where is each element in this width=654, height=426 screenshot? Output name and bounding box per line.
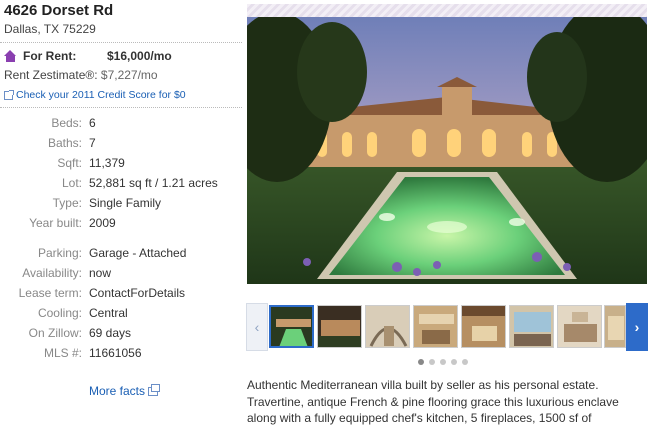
house-icon [4, 50, 17, 62]
fact-row-year-built: Year built: 2009 [0, 216, 242, 234]
divider [0, 107, 242, 108]
thumbnail-2[interactable] [317, 305, 362, 348]
fact-label: Year built: [29, 216, 82, 230]
fact-row-sqft: Sqft: 11,379 [0, 156, 242, 174]
address-title: 4626 Dorset Rd [4, 2, 114, 19]
divider [0, 42, 242, 43]
fact-row-baths: Baths: 7 [0, 136, 242, 154]
page-dot[interactable] [451, 359, 457, 365]
fact-value: Central [89, 306, 128, 320]
zestimate-value: $7,227/mo [100, 68, 158, 82]
thumbnail-4[interactable] [413, 305, 458, 348]
fact-label: Cooling: [37, 306, 82, 320]
fact-value: 7 [89, 136, 96, 150]
fact-label: Type: [52, 196, 82, 210]
fact-row-cooling: Cooling: Central [0, 306, 242, 324]
thumbnail-6[interactable] [509, 305, 554, 348]
fact-label: Beds: [51, 116, 82, 130]
external-link-icon [4, 89, 14, 100]
fact-value: 11661056 [89, 346, 142, 360]
fact-value: 2009 [89, 216, 116, 230]
fact-row-mls: MLS #: 11661056 [0, 346, 242, 364]
fact-value: ContactForDetails [89, 286, 186, 300]
property-summary: 4626 Dorset Rd Dallas, TX 75229 For Rent… [0, 0, 242, 426]
fact-label: Sqft: [57, 156, 82, 170]
fact-row-beds: Beds: 6 [0, 116, 242, 134]
page-dot[interactable] [429, 359, 435, 365]
fact-value: 52,881 sq ft / 1.21 acres [89, 176, 218, 190]
fact-row-on-zillow: On Zillow: 69 days [0, 326, 242, 344]
next-photo-button[interactable]: › [626, 303, 648, 351]
fact-label: Lease term: [18, 286, 82, 300]
thumbnail-8[interactable] [604, 305, 626, 348]
thumbnail-3[interactable] [365, 305, 410, 348]
rent-price-row: For Rent: $16,000/mo [4, 49, 172, 63]
fact-value: Single Family [89, 196, 162, 210]
fact-row-availability: Availability: now [0, 266, 242, 284]
main-photo[interactable] [247, 17, 647, 284]
thumbnail-5[interactable] [461, 305, 506, 348]
page-dot[interactable] [462, 359, 468, 365]
thumbnail-7[interactable] [557, 305, 602, 348]
fact-row-lot: Lot: 52,881 sq ft / 1.21 acres [0, 176, 242, 194]
page-dot[interactable] [440, 359, 446, 365]
fact-label: Availability: [22, 266, 82, 280]
chevron-right-icon: › [634, 319, 640, 335]
listing-description: Authentic Mediterranean villa built by s… [247, 378, 619, 425]
popup-window-icon [148, 383, 161, 396]
photo-header-bar [247, 4, 647, 18]
fact-label: Baths: [47, 136, 82, 150]
pagination-dots [418, 359, 468, 365]
fact-value: now [89, 266, 112, 280]
fact-value: 69 days [89, 326, 132, 340]
fact-label: Lot: [61, 176, 82, 190]
rent-value: $16,000/mo [107, 49, 172, 63]
page-dot[interactable] [418, 359, 424, 365]
fact-row-lease-term: Lease term: ContactForDetails [0, 286, 242, 304]
villa-pool-photo [247, 17, 647, 284]
credit-score-link[interactable]: Check your 2011 Credit Score for $0 [4, 89, 186, 101]
address-city-state: Dallas, TX 75229 [4, 22, 96, 36]
zestimate-row: Rent Zestimate®: $7,227/mo [4, 68, 158, 82]
more-facts-link[interactable]: More facts [89, 383, 161, 398]
fact-row-type: Type: Single Family [0, 196, 242, 214]
thumbnail-1[interactable] [269, 305, 314, 348]
fact-value: Garage - Attached [89, 246, 187, 260]
zestimate-label: Rent Zestimate®: [4, 68, 98, 82]
fact-label: Parking: [37, 246, 82, 260]
fact-label: MLS #: [43, 346, 82, 360]
fact-label: On Zillow: [28, 326, 82, 340]
thumbnail-strip: ‹ › [246, 300, 654, 352]
fact-row-parking: Parking: Garage - Attached [0, 246, 242, 264]
credit-score-label[interactable]: Check your 2011 Credit Score for $0 [16, 89, 186, 101]
fact-value: 6 [89, 116, 96, 130]
rent-label: For Rent: [23, 49, 77, 63]
more-facts-label[interactable]: More facts [89, 384, 145, 398]
chevron-left-icon: ‹ [254, 319, 260, 335]
fact-value: 11,379 [89, 156, 125, 170]
photo-gallery: ‹ › Authentic Mediterranean villa built … [246, 0, 654, 426]
prev-photo-button[interactable]: ‹ [246, 303, 268, 351]
